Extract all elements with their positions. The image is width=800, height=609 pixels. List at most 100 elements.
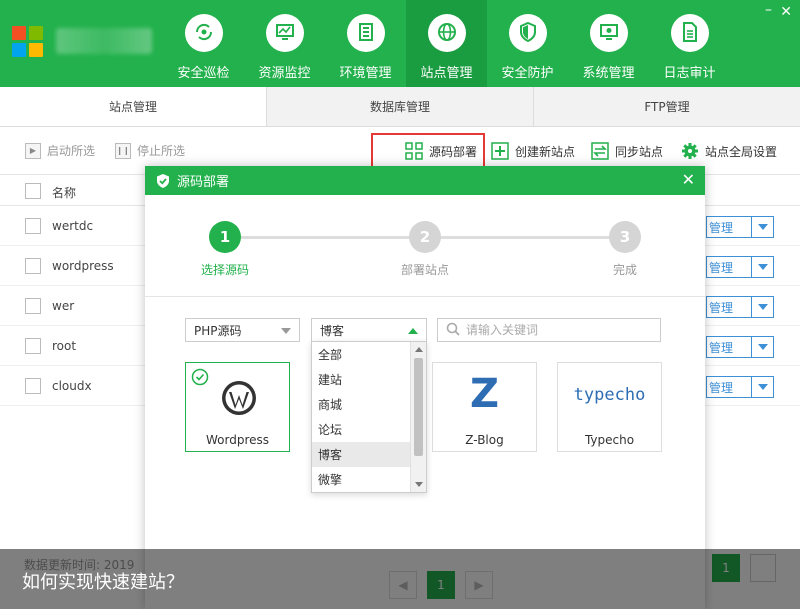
row-checkbox[interactable] [25,218,41,234]
step-3-dot: 3 [609,221,641,253]
manage-label: 管理 [709,220,734,235]
caption-overlay: 如何实现快速建站？ [0,549,800,609]
manage-button[interactable]: 管理 [706,376,774,398]
row-checkbox[interactable] [25,258,41,274]
source-card-wordpress[interactable]: Wordpress [185,362,290,452]
search-icon [446,322,460,339]
shield-icon [517,21,539,46]
step-1-dot: 1 [209,221,241,253]
nav-system-management[interactable]: 系统管理 [568,0,649,87]
wordpress-logo [220,379,258,420]
dialog-close-button[interactable]: ✕ [682,170,695,189]
row-checkbox[interactable] [25,298,41,314]
server-icon [355,21,377,46]
nav-site-management[interactable]: 站点管理 [406,0,487,87]
window-close-button[interactable]: ✕ [780,4,792,20]
dropdown-option-mall[interactable]: 商城 [312,392,410,417]
select-all-checkbox[interactable] [25,183,41,199]
global-settings-button[interactable]: 站点全局设置 [681,142,777,160]
app-title-blurred [56,28,152,54]
site-name: wordpress [52,259,114,273]
chevron-down-icon[interactable] [751,257,773,277]
language-select-value: PHP源码 [194,323,242,338]
typecho-logo: typecho [573,385,646,405]
row-checkbox[interactable] [25,378,41,394]
globe-icon [436,21,458,46]
manage-label: 管理 [709,260,734,275]
nav-security-protection[interactable]: 安全防护 [487,0,568,87]
step-2-label: 部署站点 [400,263,449,277]
category-select-value: 博客 [320,323,345,338]
tab-site-management[interactable]: 站点管理 [0,87,266,126]
dropdown-option-site[interactable]: 建站 [312,367,410,392]
dropdown-option-blog[interactable]: 博客 [312,442,410,467]
deploy-source-button[interactable]: 源码部署 [405,142,477,160]
zblog-logo: Z [469,371,499,417]
tab-ftp-management[interactable]: FTP管理 [533,87,800,126]
grid-icon [405,142,423,160]
chevron-down-icon[interactable] [751,377,773,397]
plus-icon [491,142,509,160]
manage-button[interactable]: 管理 [706,296,774,318]
chevron-down-icon[interactable] [751,337,773,357]
language-select[interactable]: PHP源码 [185,318,300,342]
category-select[interactable]: 博客 [311,318,427,342]
nav-label: 安全防护 [501,66,554,81]
tab-bar: 站点管理 数据库管理 FTP管理 [0,87,800,127]
chevron-down-icon [281,328,291,334]
dropdown-option-forum[interactable]: 论坛 [312,417,410,442]
site-name: wertdc [52,219,94,233]
checkmark-icon [191,368,209,389]
settings-monitor-icon [598,21,620,46]
dialog-title: 源码部署 [177,175,230,190]
scroll-up-arrow-icon[interactable] [415,347,423,352]
card-name: Wordpress [205,433,270,447]
nav-resource-monitor[interactable]: 资源监控 [244,0,325,87]
manage-button[interactable]: 管理 [706,336,774,358]
step-1-label: 选择源码 [200,263,249,277]
minimize-button[interactable]: – [765,2,772,18]
step-2-dot: 2 [409,221,441,253]
create-site-label: 创建新站点 [515,144,576,159]
app-logo [12,26,44,58]
search-input[interactable] [466,323,646,337]
manage-label: 管理 [709,380,734,395]
manage-label: 管理 [709,340,734,355]
shield-icon [155,173,171,189]
chevron-down-icon[interactable] [751,217,773,237]
row-checkbox[interactable] [25,338,41,354]
site-name: root [52,339,77,353]
caption-text: 如何实现快速建站？ [22,572,184,593]
nav-security-inspection[interactable]: 安全巡检 [163,0,244,87]
start-selected-label: 启动所选 [47,144,96,158]
refresh-eye-icon [193,21,215,46]
stop-selected-button[interactable]: ❙❙ 停止所选 [115,142,185,159]
dropdown-option-weiqing[interactable]: 微擎 [312,467,410,492]
card-name: Typecho [584,433,635,447]
manage-label: 管理 [709,300,734,315]
sync-sites-label: 同步站点 [615,144,664,159]
step-3-label: 完成 [612,263,637,277]
scrollbar-thumb[interactable] [414,358,423,456]
deploy-source-dialog: 源码部署 ✕ 1 2 3 选择源码 部署站点 完成 PHP源码 博客 Wordp… [145,166,705,609]
source-card-zblog[interactable]: Z Z-Blog [432,362,537,452]
category-dropdown-list: 全部 建站 商城 论坛 博客 微擎 [311,341,427,493]
main-nav: 安全巡检 资源监控 环境管理 站点管理 安全防护 系统管理 日志审计 [163,0,730,87]
manage-button[interactable]: 管理 [706,256,774,278]
source-card-typecho[interactable]: typecho Typecho [557,362,662,452]
chevron-down-icon[interactable] [751,297,773,317]
manage-button[interactable]: 管理 [706,216,774,238]
scroll-down-arrow-icon[interactable] [415,482,423,487]
nav-environment[interactable]: 环境管理 [325,0,406,87]
keyword-search-field[interactable] [437,318,661,342]
dialog-header: 源码部署 [145,166,705,195]
dropdown-scrollbar[interactable] [410,342,426,492]
start-selected-button[interactable]: ▶ 启动所选 [25,142,95,159]
tab-database-management[interactable]: 数据库管理 [266,87,533,126]
dropdown-option-all[interactable]: 全部 [312,342,410,367]
nav-log-audit[interactable]: 日志审计 [649,0,730,87]
global-settings-label: 站点全局设置 [705,144,778,159]
nav-label: 安全巡检 [177,66,230,81]
create-site-button[interactable]: 创建新站点 [491,142,575,160]
sync-sites-button[interactable]: 同步站点 [591,142,663,160]
